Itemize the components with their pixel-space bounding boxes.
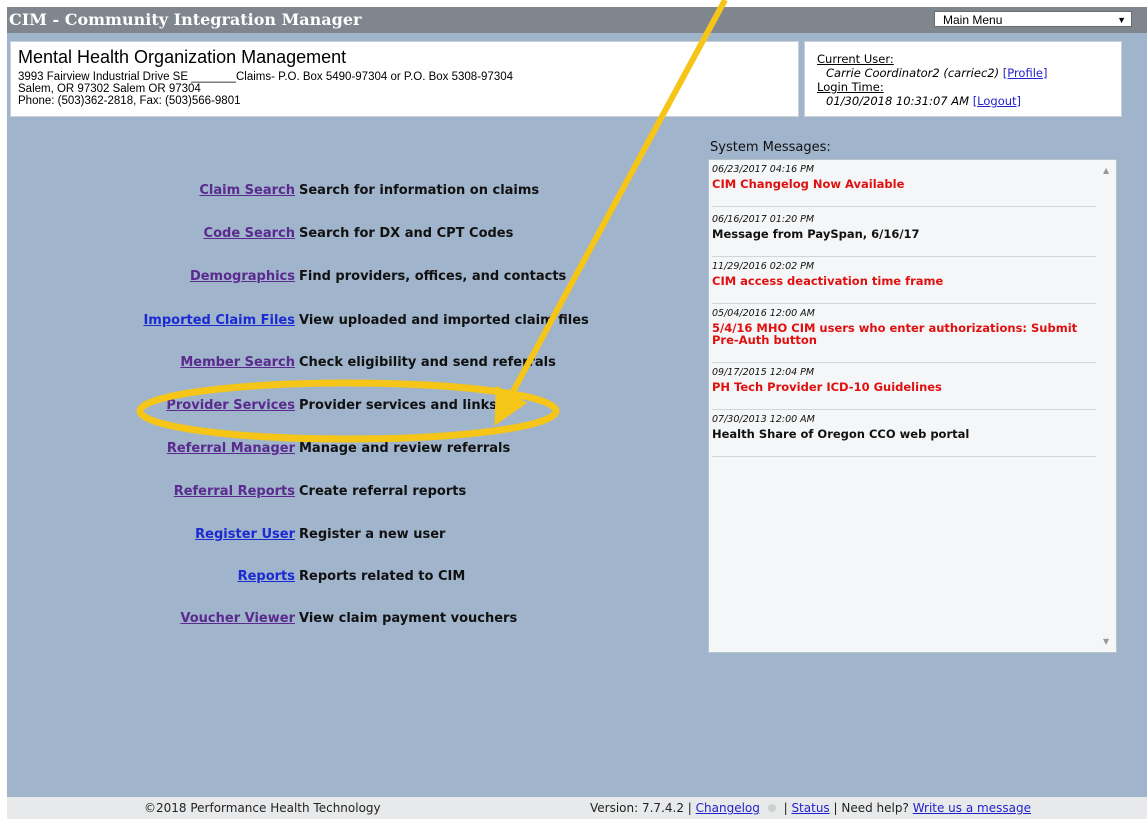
menu-item-register-user: Register User Register a new user	[7, 527, 697, 547]
message-item[interactable]: 06/23/2017 04:16 PM CIM Changelog Now Av…	[712, 160, 1096, 207]
system-messages-panel[interactable]: 06/23/2017 04:16 PM CIM Changelog Now Av…	[708, 159, 1117, 653]
scroll-down-icon[interactable]: ▼	[1103, 637, 1109, 646]
current-user-label: Current User:	[817, 52, 894, 66]
menu-item-code-search: Code Search Search for DX and CPT Codes	[7, 226, 697, 246]
voucher-viewer-link[interactable]: Voucher Viewer	[180, 611, 295, 626]
page-frame: CIM - Community Integration Manager Main…	[7, 7, 1147, 819]
voucher-viewer-description: View claim payment vouchers	[299, 611, 518, 626]
login-time-label: Login Time:	[817, 80, 884, 94]
scroll-up-icon[interactable]: ▲	[1103, 166, 1109, 175]
referral-manager-description: Manage and review referrals	[299, 441, 511, 456]
member-search-link[interactable]: Member Search	[180, 355, 295, 370]
imported-claim-files-link[interactable]: Imported Claim Files	[143, 313, 295, 328]
system-messages-label: System Messages:	[710, 140, 831, 155]
imported-claim-files-description: View uploaded and imported claim files	[299, 313, 589, 328]
code-search-description: Search for DX and CPT Codes	[299, 226, 514, 241]
footer-links: Version: 7.7.4.2 | Changelog | Status | …	[590, 801, 1031, 815]
provider-services-link[interactable]: Provider Services	[166, 398, 295, 413]
version-text: Version: 7.7.4.2 |	[590, 801, 692, 815]
register-user-description: Register a new user	[299, 527, 446, 542]
menu-item-provider-services: Provider Services Provider services and …	[7, 398, 697, 418]
app-title: CIM - Community Integration Manager	[9, 10, 362, 29]
login-time-value: 01/30/2018 10:31:07 AM	[826, 94, 970, 108]
menu-item-demographics: Demographics Find providers, offices, an…	[7, 269, 697, 289]
menu-item-claim-search: Claim Search Search for information on c…	[7, 183, 697, 203]
message-title[interactable]: 5/4/16 MHO CIM users who enter authoriza…	[712, 322, 1096, 346]
reports-link[interactable]: Reports	[238, 569, 295, 584]
member-search-description: Check eligibility and send referrals	[299, 355, 556, 370]
changelog-link[interactable]: Changelog	[696, 801, 760, 815]
messages-scrollbar[interactable]: ▲ ▼	[1099, 160, 1116, 652]
message-title[interactable]: CIM Changelog Now Available	[712, 178, 1096, 190]
message-item[interactable]: 07/30/2013 12:00 AM Health Share of Oreg…	[712, 410, 1096, 457]
chevron-down-icon: ▼	[1117, 15, 1126, 25]
current-user-row: Carrie Coordinator2 (carriec2) [Profile]	[826, 66, 1047, 80]
menu-item-referral-reports: Referral Reports Create referral reports	[7, 484, 697, 504]
menu-item-member-search: Member Search Check eligibility and send…	[7, 355, 697, 375]
reports-description: Reports related to CIM	[299, 569, 466, 584]
message-item[interactable]: 06/16/2017 01:20 PM Message from PaySpan…	[712, 210, 1096, 257]
menu-item-voucher-viewer: Voucher Viewer View claim payment vouche…	[7, 611, 697, 631]
status-dot-icon	[767, 804, 776, 812]
register-user-link[interactable]: Register User	[195, 527, 295, 542]
separator-text: |	[783, 801, 788, 815]
profile-link[interactable]: [Profile]	[1003, 66, 1048, 80]
write-us-link[interactable]: Write us a message	[913, 801, 1031, 815]
menu-item-referral-manager: Referral Manager Manage and review refer…	[7, 441, 697, 461]
status-link[interactable]: Status	[791, 801, 829, 815]
main-menu-dropdown[interactable]: Main Menu ▼	[934, 11, 1132, 27]
menu-item-reports: Reports Reports related to CIM	[7, 569, 697, 589]
user-info-panel: Current User: Carrie Coordinator2 (carri…	[804, 41, 1122, 117]
message-title[interactable]: Message from PaySpan, 6/16/17	[712, 228, 1096, 240]
message-date: 06/23/2017 04:16 PM	[712, 164, 815, 175]
title-bar: CIM - Community Integration Manager Main…	[7, 7, 1147, 33]
organization-address: 3993 Fairview Industrial Drive SE ______…	[18, 71, 513, 83]
copyright-text: ©2018 Performance Health Technology	[144, 801, 381, 815]
main-menu-dropdown-value: Main Menu	[943, 13, 1003, 27]
referral-reports-description: Create referral reports	[299, 484, 467, 499]
menu-item-imported-claim-files: Imported Claim Files View uploaded and i…	[7, 313, 697, 333]
demographics-description: Find providers, offices, and contacts	[299, 269, 567, 284]
organization-city: Salem, OR 97302 Salem OR 97304	[18, 83, 201, 95]
logout-link[interactable]: [Logout]	[973, 94, 1021, 108]
provider-services-description: Provider services and links	[299, 398, 497, 413]
message-item[interactable]: 11/29/2016 02:02 PM CIM access deactivat…	[712, 257, 1096, 304]
message-item[interactable]: 09/17/2015 12:04 PM PH Tech Provider ICD…	[712, 363, 1096, 410]
organization-header: Mental Health Organization Management 39…	[10, 41, 799, 117]
demographics-link[interactable]: Demographics	[190, 269, 295, 284]
footer: ©2018 Performance Health Technology Vers…	[7, 797, 1147, 819]
message-date: 09/17/2015 12:04 PM	[712, 367, 815, 378]
message-title[interactable]: PH Tech Provider ICD-10 Guidelines	[712, 381, 1096, 393]
referral-reports-link[interactable]: Referral Reports	[174, 484, 295, 499]
message-title[interactable]: Health Share of Oregon CCO web portal	[712, 428, 1096, 440]
code-search-link[interactable]: Code Search	[204, 226, 295, 241]
help-text: | Need help?	[833, 801, 909, 815]
message-date: 05/04/2016 12:00 AM	[712, 308, 815, 319]
message-date: 11/29/2016 02:02 PM	[712, 261, 815, 272]
organization-phone: Phone: (503)362-2818, Fax: (503)566-9801	[18, 95, 241, 107]
login-time-row: 01/30/2018 10:31:07 AM [Logout]	[826, 94, 1021, 108]
current-user-value: Carrie Coordinator2 (carriec2)	[826, 66, 1000, 80]
message-item[interactable]: 05/04/2016 12:00 AM 5/4/16 MHO CIM users…	[712, 304, 1096, 363]
organization-name: Mental Health Organization Management	[18, 47, 347, 67]
message-date: 07/30/2013 12:00 AM	[712, 414, 815, 425]
message-title[interactable]: CIM access deactivation time frame	[712, 275, 1096, 287]
claim-search-description: Search for information on claims	[299, 183, 540, 198]
referral-manager-link[interactable]: Referral Manager	[167, 441, 295, 456]
message-date: 06/16/2017 01:20 PM	[712, 214, 815, 225]
claim-search-link[interactable]: Claim Search	[199, 183, 295, 198]
